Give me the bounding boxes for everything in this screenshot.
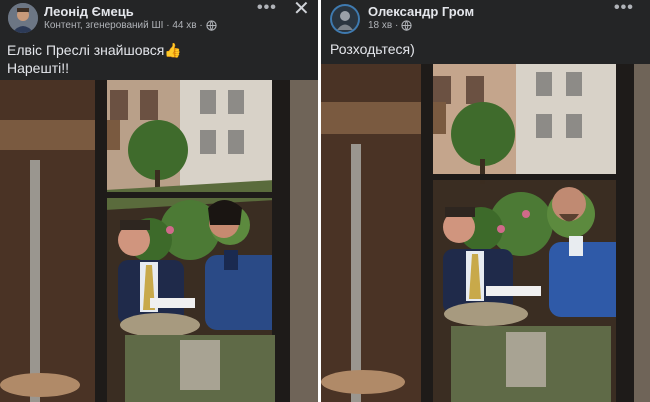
avatar[interactable]: [330, 4, 360, 34]
author-name[interactable]: Леонід Ємець: [44, 4, 134, 19]
post-meta: Контент, згенерований ШІ · 44 хв ·: [44, 20, 217, 31]
more-horizontal-icon[interactable]: •••: [614, 0, 634, 16]
globe-icon: [206, 20, 217, 31]
post-text-line-1: Розходьтеся): [330, 41, 415, 57]
author-name[interactable]: Олександр Гром: [368, 4, 474, 19]
post-photo[interactable]: [0, 80, 318, 402]
post-photo[interactable]: [321, 64, 650, 402]
more-horizontal-icon[interactable]: •••: [257, 0, 277, 16]
post-card-left: Леонід Ємець Контент, згенерований ШІ · …: [0, 0, 318, 402]
post-card-right: Олександр Гром 18 хв · ••• Розходьтеся): [321, 0, 650, 402]
post-meta-text: 18 хв ·: [368, 20, 399, 31]
post-meta-text: Контент, згенерований ШІ · 44 хв ·: [44, 20, 203, 31]
close-icon[interactable]: ✕: [293, 0, 310, 19]
post-meta: 18 хв ·: [368, 20, 412, 31]
avatar[interactable]: [8, 3, 38, 33]
post-header: Леонід Ємець Контент, згенерований ШІ · …: [0, 0, 318, 40]
globe-icon: [401, 20, 412, 31]
post-header: Олександр Гром 18 хв · •••: [321, 0, 650, 40]
post-text-line-1: Елвіс Преслі знайшовся👍: [7, 42, 182, 58]
post-text-line-2: Нарешті!!: [7, 60, 70, 76]
